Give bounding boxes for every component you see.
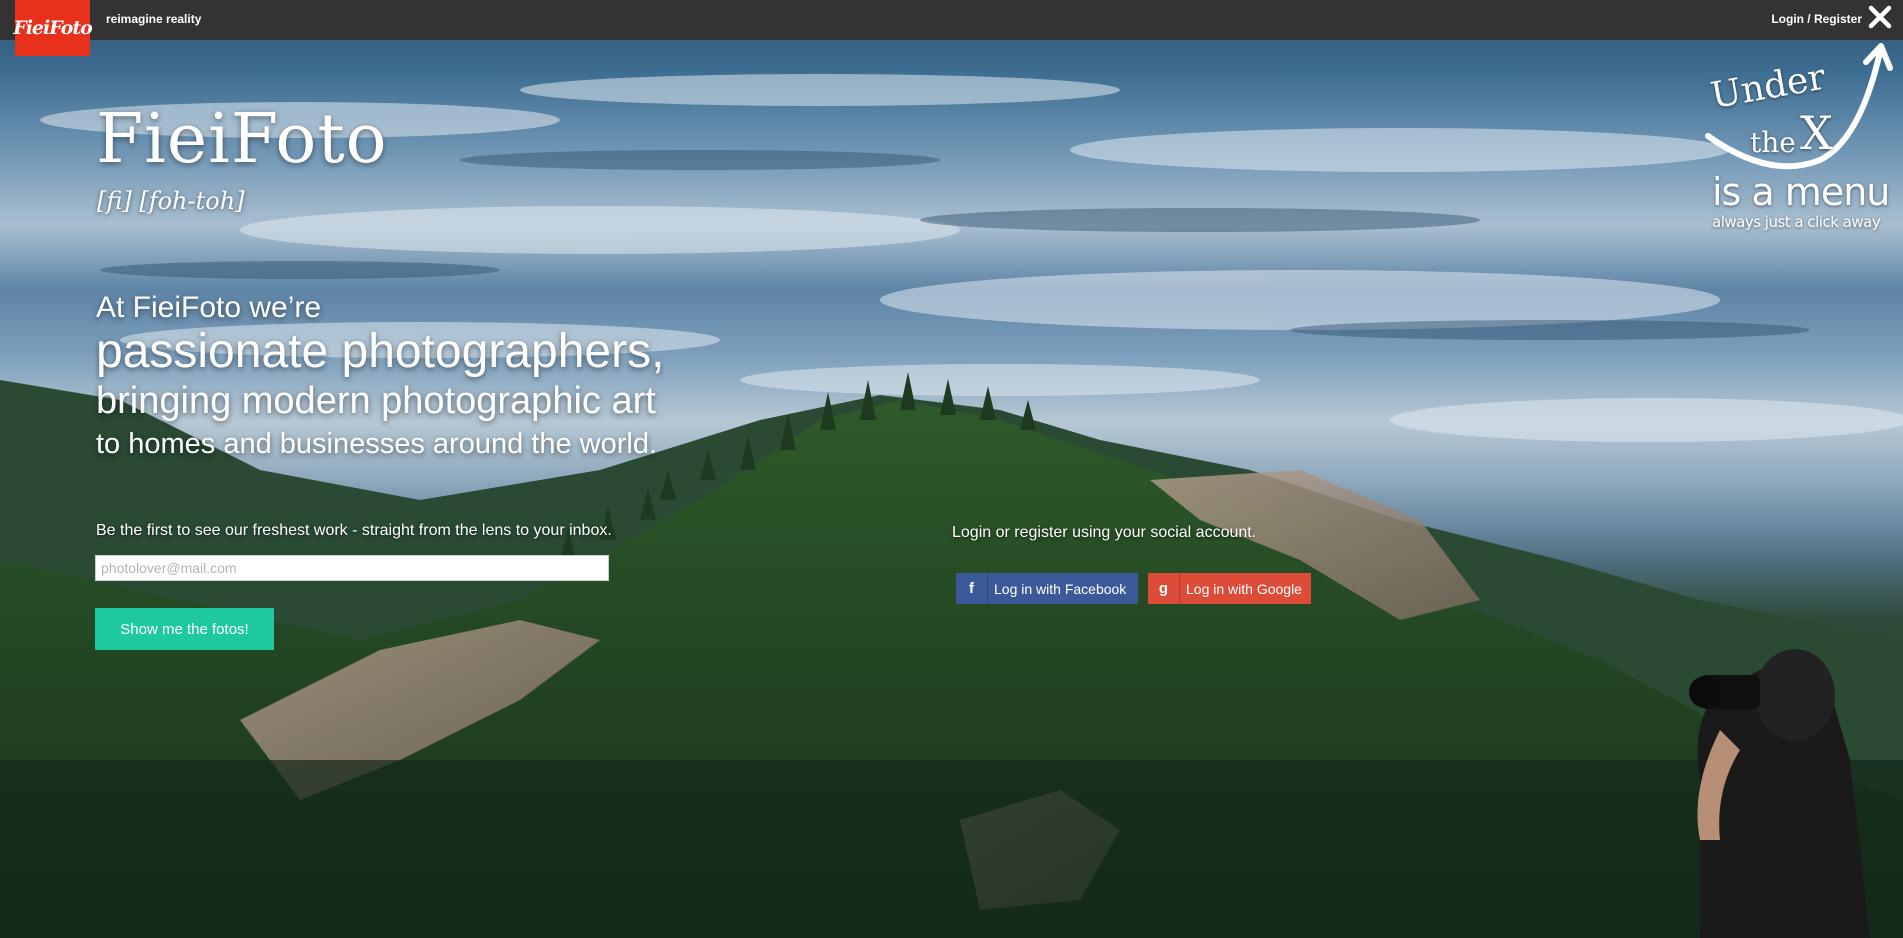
- show-fotos-button[interactable]: Show me the fotos!: [95, 608, 274, 650]
- facebook-icon: f: [956, 573, 988, 604]
- menu-hint-graphic: Under the X is a menu always just a clic…: [1700, 40, 1900, 240]
- google-icon: g: [1148, 573, 1180, 604]
- top-bar: FieiFoto reimagine reality Login / Regis…: [0, 0, 1903, 56]
- social-prompt: Login or register using your social acco…: [952, 524, 1257, 541]
- brand-title: FieiFoto: [96, 100, 388, 179]
- pitch-line-4: to homes and businesses around the world…: [96, 428, 658, 460]
- google-login-label: Log in with Google: [1186, 580, 1302, 597]
- menu-hint-the: the: [1750, 126, 1796, 159]
- pitch-line-2: passionate photographers,: [96, 325, 665, 378]
- login-register-link[interactable]: Login / Register: [1771, 12, 1862, 26]
- signup-prompt: Be the first to see our freshest work - …: [96, 522, 612, 539]
- pronunciation: [fi] [foh-toh]: [97, 187, 245, 215]
- fieifoto-logo[interactable]: FieiFoto: [13, 0, 93, 56]
- menu-hint-always: always just a click away: [1712, 213, 1881, 231]
- google-login-button[interactable]: g Log in with Google: [1148, 573, 1311, 604]
- pitch-line-3: bringing modern photographic art: [96, 380, 656, 422]
- facebook-login-button[interactable]: f Log in with Facebook: [956, 573, 1138, 604]
- menu-hint-x: X: [1800, 106, 1833, 160]
- logo-text: FieiFoto: [13, 17, 93, 39]
- tagline: reimagine reality: [106, 12, 202, 26]
- pitch-text: At FieiFoto we’re passionate photographe…: [96, 290, 664, 464]
- menu-hint-is-a-menu: is a menu: [1712, 170, 1890, 214]
- close-x-icon[interactable]: [1866, 3, 1894, 31]
- facebook-login-label: Log in with Facebook: [994, 580, 1127, 597]
- pitch-line-1: At FieiFoto we’re: [96, 291, 322, 324]
- email-field[interactable]: [95, 555, 609, 581]
